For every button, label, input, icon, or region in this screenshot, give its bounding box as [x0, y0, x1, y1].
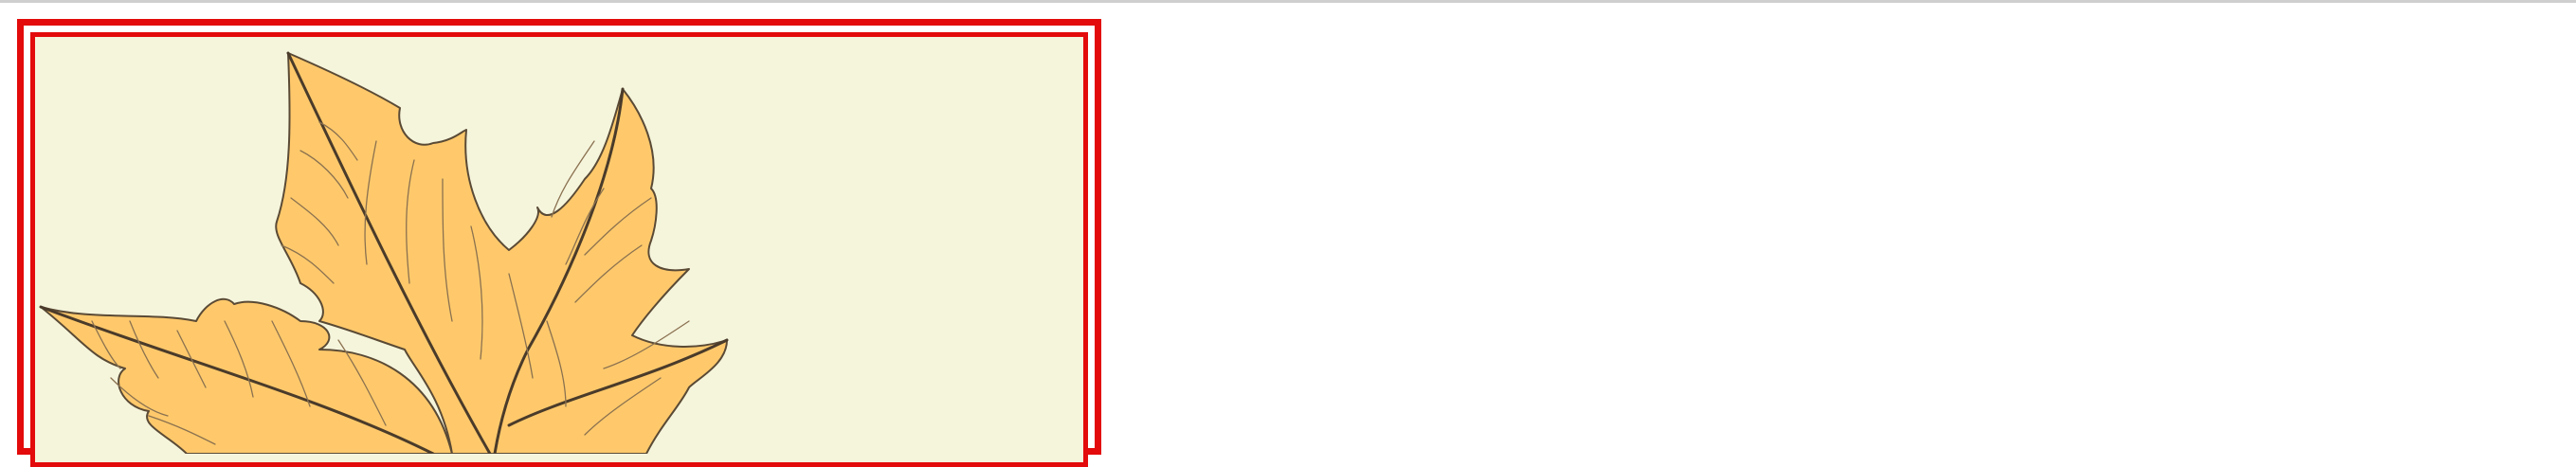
image-canvas — [30, 32, 1088, 467]
image-frame — [17, 19, 1101, 467]
page-top-border — [0, 0, 2576, 3]
leaf-illustration — [39, 51, 729, 454]
